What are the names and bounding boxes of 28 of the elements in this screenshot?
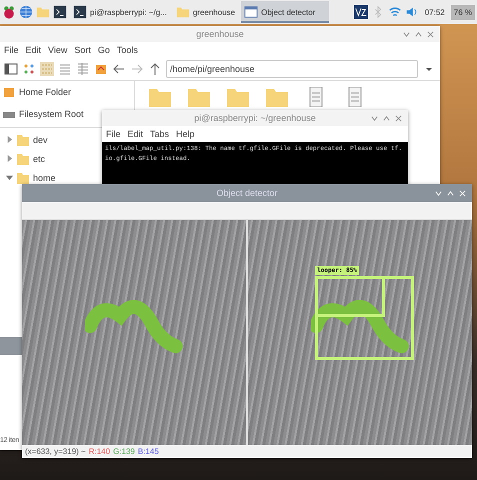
sidebar-item[interactable]: Filesystem Root: [19, 109, 84, 119]
sidebar-item[interactable]: Home Folder: [19, 87, 72, 97]
menu-item[interactable]: Edit: [26, 45, 42, 55]
tree-item[interactable]: home: [33, 172, 56, 182]
g-channel-value: G:139: [113, 447, 135, 456]
menu-item[interactable]: Edit: [128, 129, 144, 139]
menu-item[interactable]: Go: [98, 45, 110, 55]
b-channel-value: B:145: [138, 447, 159, 456]
cpu-meter[interactable]: 76 %: [450, 4, 475, 20]
menu-item[interactable]: View: [48, 45, 68, 55]
taskbar-button[interactable]: greenhouse: [172, 1, 238, 23]
window-title: pi@raspberrypi: ~/greenhouse: [194, 113, 316, 123]
window-title: Object detector: [216, 188, 278, 198]
menu-item[interactable]: Sort: [74, 45, 91, 55]
menu-item[interactable]: Tabs: [150, 129, 170, 139]
tree-item[interactable]: dev: [33, 134, 48, 144]
menu-item[interactable]: File: [4, 45, 19, 55]
taskbar-button[interactable]: pi@raspberrypi: ~/g...: [70, 1, 170, 23]
window-title: greenhouse: [196, 29, 244, 39]
taskbar-button[interactable]: Object detector: [241, 1, 330, 23]
menu-item[interactable]: Help: [176, 129, 195, 139]
tree-item[interactable]: etc: [33, 154, 46, 164]
menu-item[interactable]: File: [106, 129, 121, 139]
menu-item[interactable]: Tools: [116, 45, 138, 55]
pixel-coordinates: (x=633, y=319) ~: [25, 447, 86, 456]
r-channel-value: R:140: [88, 447, 110, 456]
clock[interactable]: 07:52: [422, 8, 448, 16]
path-field[interactable]: /home/pi/greenhouse: [166, 60, 418, 78]
